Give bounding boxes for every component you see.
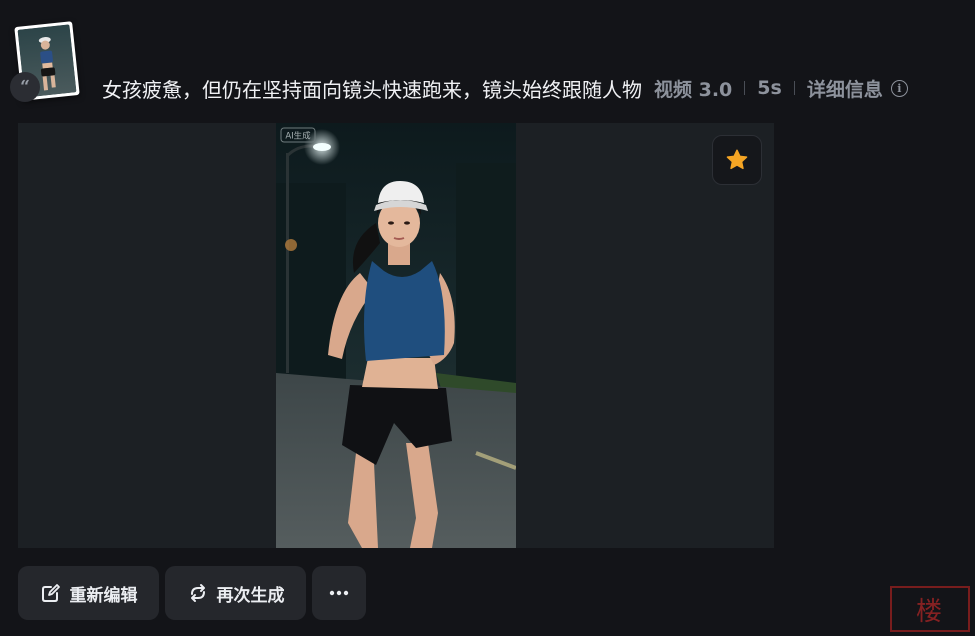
quote-icon: “ [10,72,40,102]
divider [744,81,746,95]
edit-icon [41,584,60,602]
refresh-icon [190,584,205,602]
model-label: 视频 3.0 [654,78,733,101]
watermark-seal: 楼 [890,586,970,632]
favorite-button[interactable] [712,135,762,185]
watermark-text: 楼 [915,596,944,627]
prompt-line: 女孩疲惫，但仍在坚持面向镜头快速跑来，镜头始终跟随人物 视频 3.0 5s 详细… [102,70,908,106]
video-frame[interactable]: AI生成 [276,123,516,548]
more-options-button[interactable] [312,566,366,620]
star-icon [726,149,748,170]
ai-generated-tag: AI生成 [285,131,311,142]
divider [793,81,795,95]
regenerate-label: 再次生成 [216,585,285,606]
info-icon[interactable]: i [890,79,908,97]
reference-thumbnail[interactable]: “ [10,21,80,102]
re-edit-button[interactable]: 重新编辑 [18,566,159,620]
duration-label: 5s [757,77,782,99]
video-image: AI生成 [276,123,516,548]
video-preview[interactable]: AI生成 [18,123,774,548]
regenerate-button[interactable]: 再次生成 [165,566,306,620]
more-icon [329,590,349,596]
re-edit-label: 重新编辑 [69,585,138,606]
details-link[interactable]: 详细信息 [807,75,883,102]
prompt-text: 女孩疲惫，但仍在坚持面向镜头快速跑来，镜头始终跟随人物 [102,77,642,102]
